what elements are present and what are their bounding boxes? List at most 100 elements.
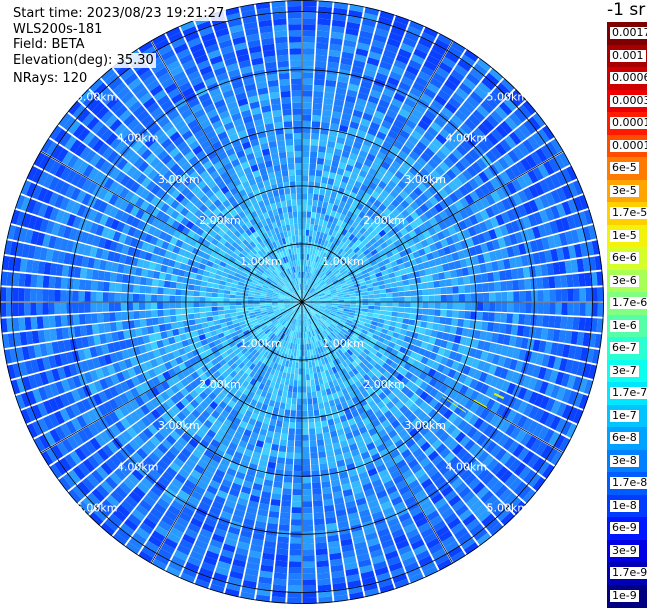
range-gate-cell bbox=[457, 319, 464, 327]
range-gate-cell bbox=[283, 213, 288, 220]
range-gate-cell bbox=[212, 288, 219, 293]
range-gate-cell bbox=[477, 303, 483, 311]
range-gate-cell bbox=[271, 104, 281, 111]
range-gate-cell bbox=[189, 278, 196, 284]
range-gate-cell bbox=[98, 271, 105, 281]
range-gate-cell bbox=[24, 303, 30, 316]
range-gate-cell bbox=[403, 318, 410, 324]
range-gate-cell bbox=[312, 398, 317, 405]
range-gate-cell bbox=[323, 98, 333, 105]
range-gate-cell bbox=[500, 313, 507, 323]
range-gate-cell bbox=[316, 207, 321, 214]
range-gate-cell bbox=[181, 308, 187, 314]
range-gate-cell bbox=[109, 282, 116, 291]
range-gate-cell bbox=[86, 269, 93, 280]
range-gate-cell bbox=[303, 85, 313, 91]
range-gate-cell bbox=[297, 399, 302, 405]
range-gate-cell bbox=[317, 19, 330, 26]
range-gate-cell bbox=[312, 392, 317, 399]
range-gate-cell bbox=[273, 13, 287, 20]
range-gate-cell bbox=[313, 103, 322, 110]
range-gate-cell bbox=[292, 97, 301, 103]
range-gate-cell bbox=[307, 392, 312, 398]
range-gate-cell bbox=[287, 157, 294, 164]
range-gate-cell bbox=[314, 415, 320, 422]
range-gate-cell bbox=[289, 36, 301, 42]
range-gate-cell bbox=[134, 320, 141, 328]
range-gate-cell bbox=[380, 306, 386, 310]
range-gate-cell bbox=[110, 272, 117, 281]
range-gate-cell bbox=[312, 488, 321, 495]
range-gate-cell bbox=[306, 368, 310, 374]
range-gate-cell bbox=[316, 554, 328, 561]
range-gate-cell bbox=[296, 356, 299, 362]
range-gate-cell bbox=[314, 79, 325, 86]
range-gate-cell bbox=[218, 306, 224, 310]
range-gate-cell bbox=[303, 483, 312, 489]
range-gate-cell bbox=[310, 452, 318, 459]
range-gate-cell bbox=[302, 199, 307, 205]
range-gate-cell bbox=[294, 350, 297, 356]
range-gate-cell bbox=[272, 159, 280, 166]
range-gate-cell bbox=[390, 321, 397, 327]
range-gate-cell bbox=[310, 218, 315, 224]
range-gate-cell bbox=[276, 548, 288, 555]
range-gate-cell bbox=[398, 307, 404, 312]
range-gate-cell bbox=[48, 303, 54, 315]
range-gate-cell bbox=[291, 72, 302, 78]
range-gate-cell bbox=[296, 242, 299, 248]
range-gate-cell bbox=[248, 294, 254, 297]
range-gate-cell bbox=[302, 405, 307, 411]
range-gate-cell bbox=[73, 314, 80, 325]
range-gate-cell bbox=[294, 374, 298, 380]
range-gate-cell bbox=[380, 302, 386, 306]
range-gate-cell bbox=[54, 290, 60, 301]
range-gate-cell bbox=[411, 302, 417, 307]
range-gate-cell bbox=[316, 37, 329, 44]
range-gate-cell bbox=[384, 320, 391, 325]
range-gate-cell bbox=[292, 501, 301, 507]
range-gate-cell bbox=[302, 163, 308, 169]
range-gate-cell bbox=[309, 230, 313, 236]
range-gate-cell bbox=[196, 324, 203, 330]
range-gate-cell bbox=[297, 254, 300, 260]
range-gate-cell bbox=[302, 175, 308, 181]
range-gate-cell bbox=[303, 48, 315, 54]
range-gate-cell bbox=[218, 310, 224, 315]
range-gate-cell bbox=[362, 302, 368, 305]
range-gate-cell bbox=[194, 313, 201, 319]
range-gate-cell bbox=[279, 445, 287, 452]
range-gate-cell bbox=[133, 303, 139, 311]
range-gate-cell bbox=[279, 524, 290, 531]
range-gate-cell bbox=[109, 312, 116, 321]
range-gate-cell bbox=[296, 417, 302, 423]
range-gate-cell bbox=[293, 212, 298, 218]
range-gate-cell bbox=[195, 280, 202, 286]
range-gate-cell bbox=[157, 295, 163, 302]
range-gate-cell bbox=[283, 385, 288, 392]
range-gate-cell bbox=[91, 281, 98, 291]
range-gate-cell bbox=[298, 230, 301, 236]
range-gate-cell bbox=[398, 312, 405, 317]
range-gate-cell bbox=[300, 254, 302, 260]
range-gate-cell bbox=[25, 274, 32, 287]
range-gate-cell bbox=[175, 296, 181, 302]
range-gate-cell bbox=[586, 303, 592, 316]
range-gate-cell bbox=[296, 411, 301, 417]
range-gate-cell bbox=[439, 317, 446, 324]
range-gate-cell bbox=[147, 270, 154, 278]
range-gate-cell bbox=[368, 306, 374, 310]
range-gate-cell bbox=[299, 350, 302, 356]
range-gate-cell bbox=[116, 273, 123, 282]
range-gate-cell bbox=[302, 338, 304, 344]
range-gate-cell bbox=[274, 401, 280, 408]
range-gate-cell bbox=[260, 302, 266, 304]
range-gate-cell bbox=[290, 549, 302, 555]
range-gate-cell bbox=[317, 31, 330, 38]
range-gate-cell bbox=[392, 302, 398, 306]
range-gate-cell bbox=[187, 296, 193, 301]
range-gate-cell bbox=[304, 344, 307, 350]
range-gate-cell bbox=[310, 145, 318, 152]
range-gate-cell bbox=[311, 212, 316, 219]
range-gate-cell bbox=[291, 519, 301, 525]
